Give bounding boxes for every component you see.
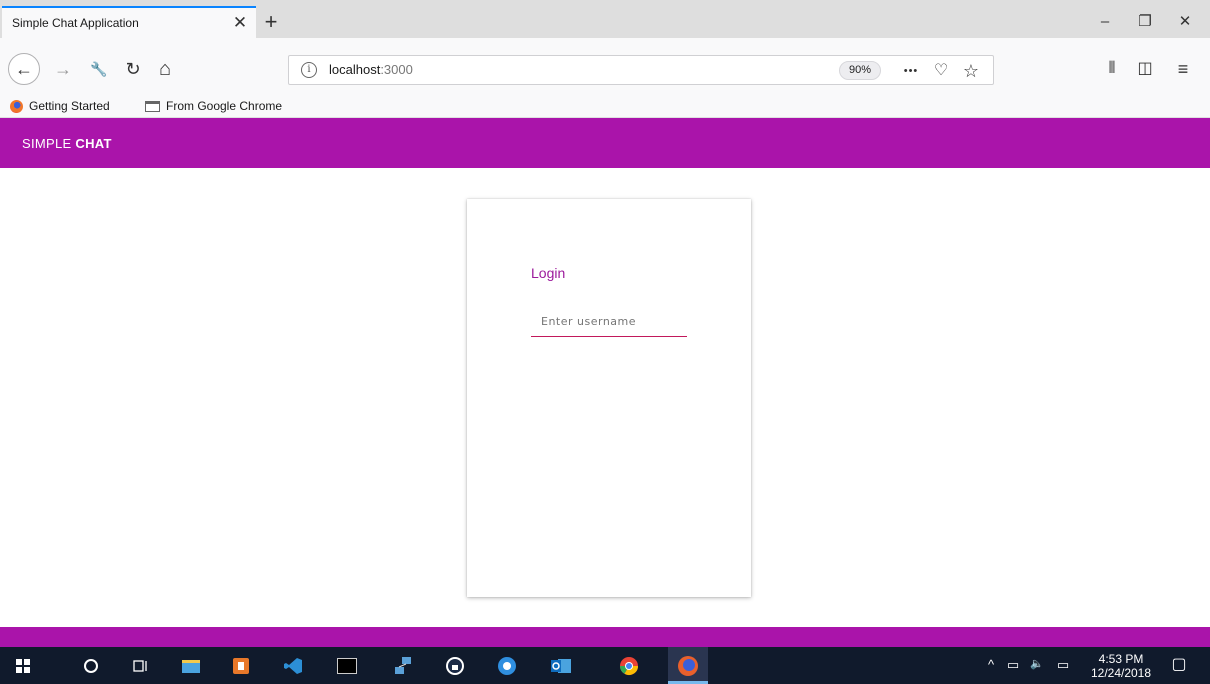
volume-icon[interactable]: 🔈 — [1028, 657, 1046, 670]
outlook-icon[interactable] — [550, 655, 572, 677]
clock-time: 4:53 PM — [1098, 652, 1144, 666]
bookmark-label: From Google Chrome — [166, 99, 283, 113]
username-input[interactable] — [531, 307, 687, 337]
bookmark-from-google-chrome[interactable]: From Google Chrome — [145, 97, 282, 115]
reload-button[interactable]: ↻ — [118, 54, 148, 84]
firefox-icon[interactable] — [677, 655, 699, 677]
windows-taskbar: ^ ▭ 🔈 ▭ 4:53 PM 12/24/2018 ▢ — [0, 647, 1210, 684]
close-window-icon[interactable]: ✕ — [1165, 10, 1205, 34]
pocket-icon[interactable]: ♡ — [929, 59, 953, 83]
url-text[interactable]: localhost:3000 — [329, 62, 413, 77]
app-header: SIMPLE CHAT — [0, 118, 1210, 168]
close-tab-icon[interactable]: ✕ — [226, 13, 254, 33]
page-actions-icon[interactable]: ••• — [899, 59, 923, 83]
browser-tab[interactable]: Simple Chat Application ✕ — [2, 6, 256, 38]
password-manager-icon[interactable] — [444, 655, 466, 677]
tab-title: Simple Chat Application — [12, 16, 139, 30]
new-tab-button[interactable]: + — [260, 11, 282, 34]
zoom-level-badge[interactable]: 90% — [839, 61, 881, 80]
battery-icon[interactable]: ▭ — [1004, 657, 1022, 673]
folder-icon — [145, 100, 160, 112]
library-icon[interactable]: ⫴ — [1097, 54, 1127, 84]
bookmark-label: Getting Started — [29, 99, 110, 113]
terminal-icon[interactable] — [336, 655, 358, 677]
tab-bar: Simple Chat Application ✕ + – ❐ ✕ — [0, 0, 1210, 38]
home-button[interactable]: ⌂ — [150, 54, 180, 84]
notification-center-icon[interactable]: ▢ — [1170, 654, 1188, 674]
minimize-icon[interactable]: – — [1085, 10, 1125, 34]
task-view-icon[interactable] — [130, 655, 152, 677]
tools-wrench-icon[interactable]: 🔧 — [84, 54, 114, 84]
tray-chevron-icon[interactable]: ^ — [982, 657, 1000, 672]
bookmark-star-icon[interactable]: ☆ — [959, 59, 983, 83]
login-card: Login — [467, 199, 751, 597]
address-bar[interactable]: i localhost:3000 90% ••• ♡ ☆ — [288, 55, 994, 85]
vscode-icon[interactable] — [282, 655, 304, 677]
file-explorer-icon[interactable] — [180, 655, 202, 677]
hamburger-menu-icon[interactable]: ≡ — [1168, 54, 1198, 84]
forward-button[interactable]: → — [48, 54, 78, 84]
windows-start-icon[interactable] — [12, 655, 34, 677]
login-title: Login — [531, 265, 566, 281]
cortana-icon[interactable] — [80, 655, 102, 677]
clock-date: 12/24/2018 — [1090, 666, 1152, 680]
system-clock[interactable]: 4:53 PM 12/24/2018 — [1082, 652, 1160, 680]
network-icon[interactable] — [392, 655, 414, 677]
firefox-icon — [10, 99, 23, 113]
network-tray-icon[interactable]: ▭ — [1054, 657, 1072, 673]
back-button[interactable]: ← — [8, 53, 40, 85]
office-icon[interactable] — [230, 655, 252, 677]
chrome-icon[interactable] — [618, 655, 640, 677]
bookmarks-bar: Getting Started From Google Chrome — [0, 94, 1210, 118]
app-brand[interactable]: SIMPLE CHAT — [22, 136, 112, 151]
app-footer — [0, 627, 1210, 647]
bookmark-getting-started[interactable]: Getting Started — [10, 97, 110, 115]
site-info-icon[interactable]: i — [301, 62, 317, 78]
sidebar-icon[interactable]: ◫ — [1130, 54, 1160, 84]
sync-icon[interactable] — [496, 655, 518, 677]
restore-icon[interactable]: ❐ — [1125, 10, 1165, 34]
